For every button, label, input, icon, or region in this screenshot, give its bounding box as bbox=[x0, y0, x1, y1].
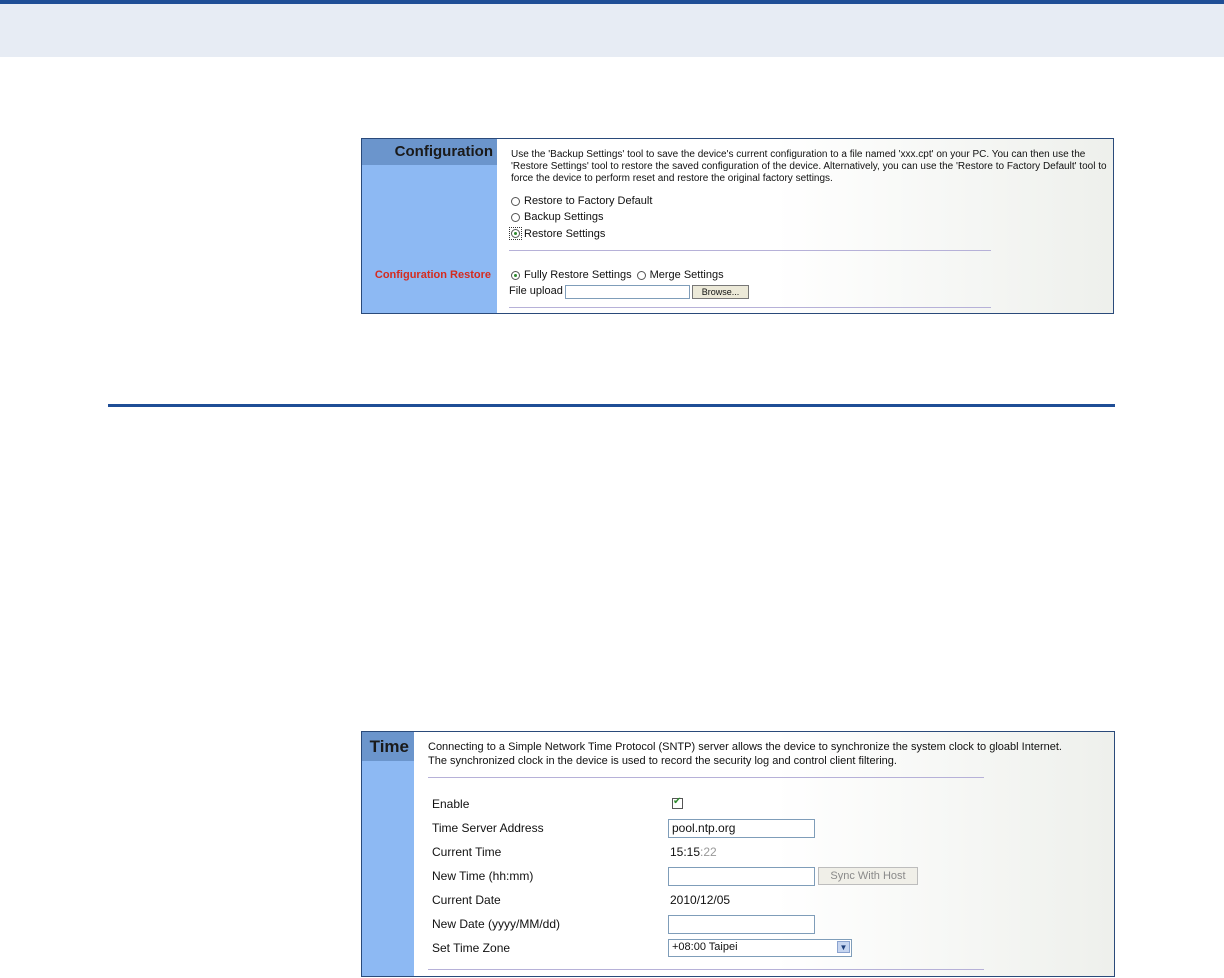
time-title: Time bbox=[362, 732, 414, 761]
new-date-label: New Date (yyyy/MM/dd) bbox=[432, 917, 561, 931]
radio-restore-factory-default[interactable] bbox=[511, 196, 520, 206]
new-time-input[interactable] bbox=[668, 867, 815, 886]
option-restore-settings[interactable]: Restore Settings bbox=[509, 227, 605, 240]
option-label: Restore Settings bbox=[524, 227, 606, 240]
merge-settings-label: Merge Settings bbox=[649, 269, 724, 281]
radio-merge-settings[interactable] bbox=[636, 270, 646, 280]
configuration-panel: Configuration Configuration Restore Use … bbox=[361, 138, 1114, 314]
sync-with-host-button[interactable]: Sync With Host bbox=[818, 867, 918, 885]
configuration-title: Configuration bbox=[362, 139, 497, 165]
current-time-hm: 15:15 bbox=[670, 845, 701, 859]
time-panel: Time Connecting to a Simple Network Time… bbox=[361, 731, 1115, 977]
time-server-label: Time Server Address bbox=[432, 821, 544, 835]
radio-fully-restore[interactable] bbox=[511, 270, 520, 280]
file-upload-input[interactable] bbox=[565, 285, 690, 299]
time-description-line1: Connecting to a Simple Network Time Prot… bbox=[428, 741, 1062, 753]
option-label: Restore to Factory Default bbox=[524, 195, 653, 207]
time-zone-select[interactable]: +08:00 Taipei ▼ bbox=[668, 939, 852, 957]
new-time-label: New Time (hh:mm) bbox=[432, 869, 534, 883]
radio-restore-settings[interactable] bbox=[511, 229, 520, 238]
time-description: Connecting to a Simple Network Time Prot… bbox=[428, 740, 1114, 768]
current-date-value: 2010/12/05 bbox=[670, 893, 731, 907]
new-date-input[interactable] bbox=[668, 915, 815, 934]
divider bbox=[428, 969, 984, 970]
current-time-seconds: :22 bbox=[700, 845, 717, 859]
time-server-input[interactable]: pool.ntp.org bbox=[668, 819, 815, 838]
page-header-band bbox=[0, 0, 1224, 57]
configuration-restore-label: Configuration Restore bbox=[374, 269, 491, 281]
divider bbox=[509, 307, 991, 308]
configuration-sidebar: Configuration Configuration Restore bbox=[362, 139, 497, 313]
option-restore-factory-default[interactable]: Restore to Factory Default bbox=[511, 195, 652, 207]
chevron-down-icon[interactable]: ▼ bbox=[837, 941, 850, 953]
section-divider bbox=[108, 404, 1115, 407]
restore-mode-group: Fully Restore Settings Merge Settings bbox=[511, 269, 724, 281]
fully-restore-label: Fully Restore Settings bbox=[524, 269, 632, 281]
enable-checkbox[interactable] bbox=[672, 796, 683, 809]
time-zone-selected: +08:00 Taipei bbox=[672, 941, 738, 953]
divider bbox=[509, 250, 991, 251]
current-date-label: Current Date bbox=[432, 893, 501, 907]
configuration-description: Use the 'Backup Settings' tool to save t… bbox=[511, 149, 1107, 184]
time-description-line2: The synchronized clock in the device is … bbox=[428, 755, 897, 767]
browse-button[interactable]: Browse... bbox=[692, 285, 749, 299]
time-sidebar: Time bbox=[362, 732, 414, 976]
time-zone-label: Set Time Zone bbox=[432, 941, 511, 955]
radio-backup-settings[interactable] bbox=[511, 212, 520, 222]
current-time-label: Current Time bbox=[432, 845, 502, 859]
divider bbox=[428, 777, 984, 778]
focus-ring bbox=[509, 227, 522, 240]
enable-label: Enable bbox=[432, 797, 470, 811]
current-time-value: 15:15:22 bbox=[670, 845, 717, 859]
file-upload-label: File upload bbox=[509, 285, 563, 297]
option-backup-settings[interactable]: Backup Settings bbox=[511, 211, 604, 223]
option-label: Backup Settings bbox=[524, 211, 604, 223]
